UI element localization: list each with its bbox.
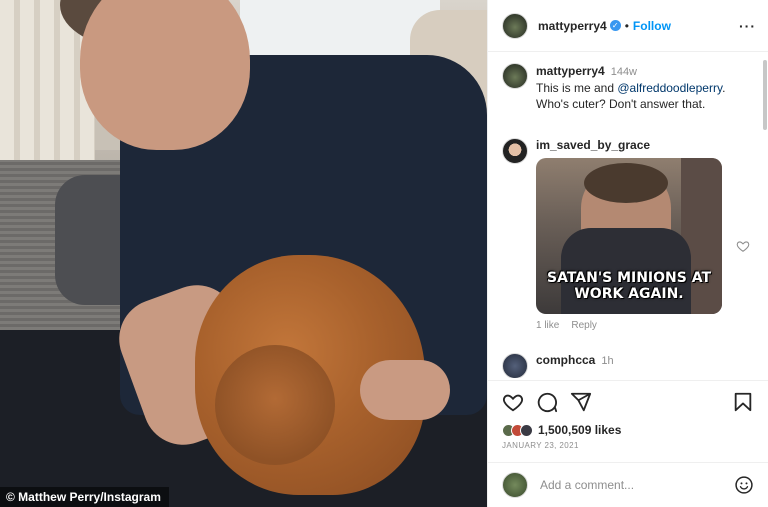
comment-row: comphcca 1h: [502, 353, 754, 378]
add-comment-bar: Add a comment...: [488, 462, 768, 507]
author-username[interactable]: mattyperry4: [538, 19, 607, 33]
comment-body: im_saved_by_grace SATAN'S MINIONS AT WOR…: [536, 138, 754, 331]
emoji-icon[interactable]: [734, 475, 754, 495]
commenter-avatar[interactable]: [502, 138, 528, 164]
caption-avatar[interactable]: [502, 63, 528, 89]
photo-credit: © Matthew Perry/Instagram: [0, 487, 169, 507]
share-icon[interactable]: [570, 391, 592, 413]
verified-badge-icon: ✓: [609, 20, 621, 31]
separator-dot: •: [624, 18, 629, 33]
comments-section[interactable]: mattyperry4 144w This is me and @alfreddo…: [488, 53, 768, 378]
author-info: mattyperry4 ✓ • Follow: [538, 19, 671, 33]
post-header: mattyperry4 ✓ • Follow ···: [488, 0, 768, 52]
commenter-avatar[interactable]: [502, 353, 528, 378]
caption-row: mattyperry4 144w This is me and @alfreddo…: [502, 63, 754, 112]
caption-mention-link[interactable]: @alfreddoodleperry: [617, 81, 722, 95]
comment-likes[interactable]: 1 like: [536, 320, 559, 331]
gif-caption: SATAN'S MINIONS AT WORK AGAIN.: [546, 270, 712, 302]
more-options-icon[interactable]: ···: [739, 18, 756, 34]
bookmark-icon[interactable]: [732, 391, 754, 413]
current-user-avatar: [502, 472, 528, 498]
comment-icon[interactable]: [536, 391, 558, 413]
photo-puppy-face: [215, 345, 335, 465]
photo-hand: [360, 360, 450, 420]
comment-username[interactable]: comphcca: [536, 353, 595, 367]
comment-body: comphcca 1h: [536, 353, 754, 378]
comment-like-heart-icon[interactable]: [736, 239, 750, 253]
post-date[interactable]: JANUARY 23, 2021: [502, 441, 754, 450]
reply-button[interactable]: Reply: [571, 320, 597, 331]
comment-row: im_saved_by_grace SATAN'S MINIONS AT WOR…: [502, 138, 754, 331]
instagram-post-embed: © Matthew Perry/Instagram mattyperry4 ✓ …: [0, 0, 768, 507]
likes-count[interactable]: 1,500,509 likes: [538, 423, 621, 437]
gif-person-hair: [584, 163, 668, 203]
caption-username[interactable]: mattyperry4: [536, 64, 605, 78]
comments-scrollbar[interactable]: [763, 60, 767, 130]
likes-row: 1,500,509 likes: [502, 423, 754, 437]
comment-meta: 1 like Reply: [536, 320, 754, 331]
caption-time[interactable]: 144w: [611, 66, 637, 78]
heart-icon[interactable]: [502, 391, 524, 413]
add-comment-input[interactable]: Add a comment...: [540, 478, 734, 492]
caption-text: mattyperry4 144w This is me and @alfreddo…: [536, 63, 754, 112]
author-avatar[interactable]: [502, 12, 528, 39]
caption-text-before: This is me and: [536, 81, 618, 95]
caption-body: mattyperry4 144w This is me and @alfreddo…: [536, 63, 754, 112]
post-sidebar: mattyperry4 ✓ • Follow ··· mattyperry4 14…: [487, 0, 768, 507]
action-icons: [502, 381, 754, 423]
comment-gif[interactable]: SATAN'S MINIONS AT WORK AGAIN.: [536, 158, 722, 314]
follow-button[interactable]: Follow: [633, 19, 671, 33]
liker-avatar: [520, 423, 533, 437]
comment-time[interactable]: 1h: [601, 355, 613, 367]
comment-username[interactable]: im_saved_by_grace: [536, 138, 650, 152]
post-photo[interactable]: © Matthew Perry/Instagram: [0, 0, 487, 507]
photo-head: [80, 0, 250, 150]
